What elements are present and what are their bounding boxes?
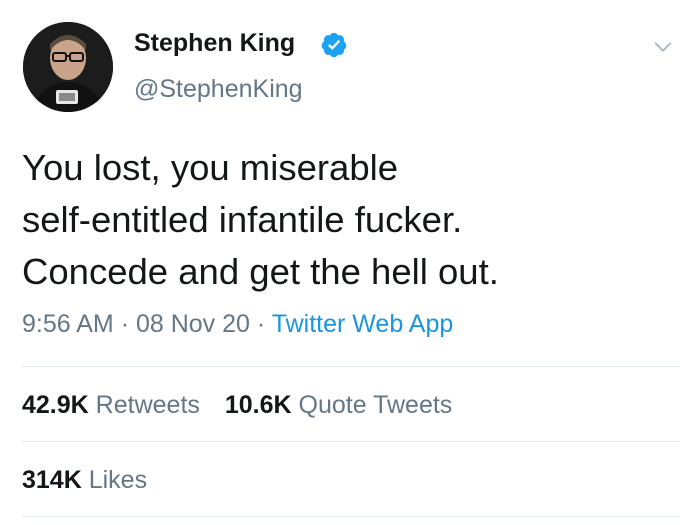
likes-count: 314K xyxy=(22,466,82,494)
tweet-time[interactable]: 9:56 AM xyxy=(22,310,114,338)
engagement-stats-row: 42.9K Retweets 10.6K Quote Tweets xyxy=(22,391,470,420)
tweet-card: Stephen King @StephenKing You lost, you … xyxy=(0,0,680,525)
divider xyxy=(22,441,680,442)
tweet-meta: 9:56 AM · 08 Nov 20 · Twitter Web App xyxy=(22,310,453,339)
avatar-image xyxy=(23,22,113,112)
likes-stats-row: 314K Likes xyxy=(22,466,165,495)
divider xyxy=(22,366,680,367)
chevron-down-icon[interactable] xyxy=(652,36,674,58)
tweet-source-link[interactable]: Twitter Web App xyxy=(272,310,454,338)
author-handle[interactable]: @StephenKing xyxy=(134,75,303,104)
quote-tweets-count: 10.6K xyxy=(224,391,292,419)
verified-badge-icon xyxy=(321,32,347,58)
tweet-text: You lost, you miserable self-entitled in… xyxy=(22,147,499,292)
tweet-date[interactable]: 08 Nov 20 xyxy=(136,310,250,338)
meta-separator: · xyxy=(256,310,266,338)
quote-tweets-label: Quote Tweets xyxy=(298,391,453,419)
author-name[interactable]: Stephen King xyxy=(134,29,295,58)
divider xyxy=(22,516,680,517)
quote-tweets-stat[interactable]: 10.6K Quote Tweets xyxy=(225,391,452,420)
likes-stat[interactable]: 314K Likes xyxy=(22,466,147,495)
avatar[interactable] xyxy=(23,22,113,112)
meta-separator: · xyxy=(120,310,130,338)
retweets-label: Retweets xyxy=(95,391,200,419)
retweets-stat[interactable]: 42.9K Retweets xyxy=(22,391,200,420)
likes-label: Likes xyxy=(88,466,148,494)
retweets-count: 42.9K xyxy=(22,391,89,419)
